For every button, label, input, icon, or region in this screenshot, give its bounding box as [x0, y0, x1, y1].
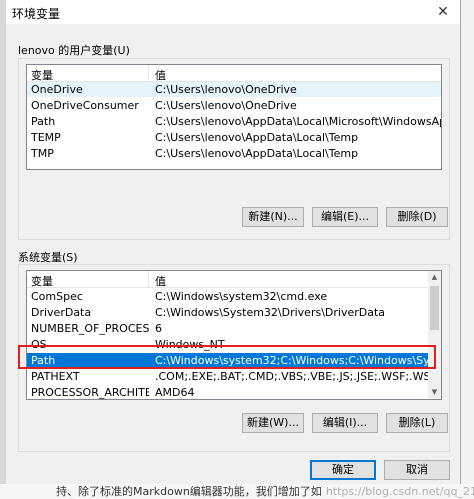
var-value: C:\Users\lenovo\AppData\Local\Temp: [155, 147, 359, 160]
column-header-value[interactable]: 值: [155, 273, 166, 289]
system-new-button[interactable]: 新建(W)...: [242, 413, 304, 433]
ok-button[interactable]: 确定: [310, 460, 376, 480]
background-text: 持、除了标准的Markdown编辑器功能，我们增加了如: [56, 485, 322, 498]
column-header-name[interactable]: 变量: [31, 273, 53, 289]
list-item[interactable]: NUMBER_OF_PROCESSORS 6: [27, 321, 428, 336]
scroll-down-icon[interactable]: ▼: [428, 386, 441, 399]
list-item[interactable]: OneDrive C:\Users\lenovo\OneDrive: [27, 82, 441, 97]
scrollbar-thumb[interactable]: [430, 286, 439, 330]
system-vars-list[interactable]: 变量 值 ComSpec C:\Windows\system32\cmd.exe …: [26, 270, 442, 400]
user-delete-button[interactable]: 删除(D): [386, 207, 448, 227]
var-name: ComSpec: [31, 290, 83, 303]
var-name: TEMP: [31, 131, 61, 144]
var-value: C:\Users\lenovo\OneDrive: [155, 83, 297, 96]
list-item[interactable]: OneDriveConsumer C:\Users\lenovo\OneDrive: [27, 98, 441, 113]
list-item[interactable]: PATHEXT .COM;.EXE;.BAT;.CMD;.VBS;.VBE;.JS…: [27, 369, 441, 384]
close-icon[interactable]: ✕: [430, 2, 456, 22]
user-edit-button[interactable]: 编辑(E)...: [312, 207, 378, 227]
column-separator: [148, 65, 149, 81]
dialog-title: 环境变量: [12, 7, 61, 21]
var-value: AMD64: [155, 386, 195, 399]
var-value: C:\Windows\system32\cmd.exe: [155, 290, 328, 303]
background-window-right: [460, 0, 474, 499]
var-name: PATHEXT: [31, 370, 80, 383]
system-delete-button[interactable]: 删除(L): [386, 413, 448, 433]
background-editor-text: 持、除了标准的Markdown编辑器功能，我们增加了如 https://blog.…: [0, 484, 474, 499]
system-vars-scrollbar[interactable]: ▲ ▼: [428, 271, 441, 399]
highlight-annotation-box: [18, 345, 436, 369]
column-header-value[interactable]: 值: [155, 67, 166, 83]
list-item[interactable]: TEMP C:\Users\lenovo\AppData\Local\Temp: [27, 130, 441, 145]
scroll-up-icon[interactable]: ▲: [428, 271, 441, 284]
user-vars-list[interactable]: 变量 值 OneDrive C:\Users\lenovo\OneDrive On…: [26, 64, 442, 170]
environment-variables-dialog: 环境变量 ✕ lenovo 的用户变量(U) 变量 值 OneDrive C:\U…: [6, 0, 461, 484]
watermark: https://blog.csdn.net/qq_21363912: [325, 485, 474, 498]
var-value: C:\Windows\System32\Drivers\DriverData: [155, 306, 386, 319]
system-vars-label: 系统变量(S): [18, 251, 78, 264]
var-value: C:\Users\lenovo\AppData\Local\Temp: [155, 131, 359, 144]
var-name: PROCESSOR_ARCHITECT...: [31, 386, 149, 399]
system-edit-button[interactable]: 编辑(I)...: [312, 413, 378, 433]
var-value: C:\Users\lenovo\OneDrive: [155, 99, 297, 112]
list-item[interactable]: PROCESSOR_ARCHITECT... AMD64: [27, 385, 428, 399]
column-separator: [148, 271, 149, 287]
list-item[interactable]: Path C:\Users\lenovo\AppData\Local\Micros…: [27, 114, 441, 129]
var-name: Path: [31, 115, 56, 128]
list-item[interactable]: DriverData C:\Windows\System32\Drivers\Dr…: [27, 305, 428, 320]
var-name: OneDrive: [31, 83, 83, 96]
var-name: TMP: [31, 147, 54, 160]
var-value: .COM;.EXE;.BAT;.CMD;.VBS;.VBE;.JS;.JSE;.…: [155, 370, 442, 383]
var-name: OneDriveConsumer: [31, 99, 139, 112]
user-new-button[interactable]: 新建(N)...: [242, 207, 304, 227]
title-bar: 环境变量 ✕: [6, 0, 460, 24]
var-value: C:\Users\lenovo\AppData\Local\Microsoft\…: [155, 115, 441, 128]
column-header-name[interactable]: 变量: [31, 67, 53, 83]
user-vars-label: lenovo 的用户变量(U): [18, 44, 130, 57]
var-value: 6: [155, 322, 162, 335]
list-item[interactable]: ComSpec C:\Windows\system32\cmd.exe: [27, 289, 428, 304]
var-name: DriverData: [31, 306, 92, 319]
list-header: 变量 值: [27, 65, 441, 82]
list-header: 变量 值: [27, 271, 441, 288]
list-item[interactable]: TMP C:\Users\lenovo\AppData\Local\Temp: [27, 146, 441, 161]
var-name: NUMBER_OF_PROCESSORS: [31, 322, 149, 335]
cancel-button[interactable]: 取消: [384, 460, 450, 480]
